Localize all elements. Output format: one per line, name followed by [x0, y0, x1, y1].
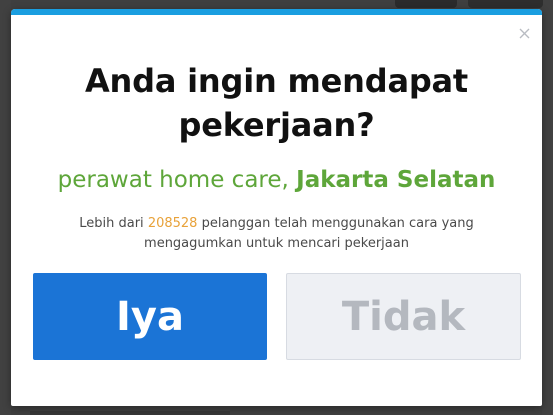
- background-divider: [30, 411, 230, 415]
- description-suffix: pelanggan telah menggunakan cara yang: [201, 216, 474, 231]
- close-button[interactable]: [517, 26, 531, 40]
- job-prompt-modal: Anda ingin mendapat pekerjaan? perawat h…: [11, 9, 542, 406]
- job-location-text: Jakarta Selatan: [296, 167, 496, 193]
- modal-title-line2: pekerjaan?: [178, 106, 375, 144]
- yes-button[interactable]: Iya: [33, 273, 267, 360]
- job-title-text: perawat home care,: [57, 167, 289, 193]
- background-header-button: [395, 0, 457, 8]
- modal-title-line1: Anda ingin mendapat: [84, 62, 469, 100]
- user-count: 208528: [147, 216, 198, 231]
- background-page-right-edge: [542, 0, 553, 415]
- close-icon: [519, 28, 530, 39]
- modal-title: Anda ingin mendapat pekerjaan?: [11, 59, 542, 147]
- background-header-button: [468, 0, 543, 8]
- description-line2: mengagumkan untuk mencari pekerjaan: [144, 236, 409, 251]
- no-button[interactable]: Tidak: [286, 273, 521, 360]
- job-subtitle: perawat home care, Jakarta Selatan: [11, 165, 542, 195]
- background-page-left-edge: [0, 0, 11, 415]
- description-line1: Lebih dari 208528 pelanggan telah menggu…: [11, 214, 542, 234]
- modal-description: Lebih dari 208528 pelanggan telah menggu…: [11, 214, 542, 254]
- modal-accent-bar: [11, 9, 542, 15]
- description-prefix: Lebih dari: [79, 216, 144, 231]
